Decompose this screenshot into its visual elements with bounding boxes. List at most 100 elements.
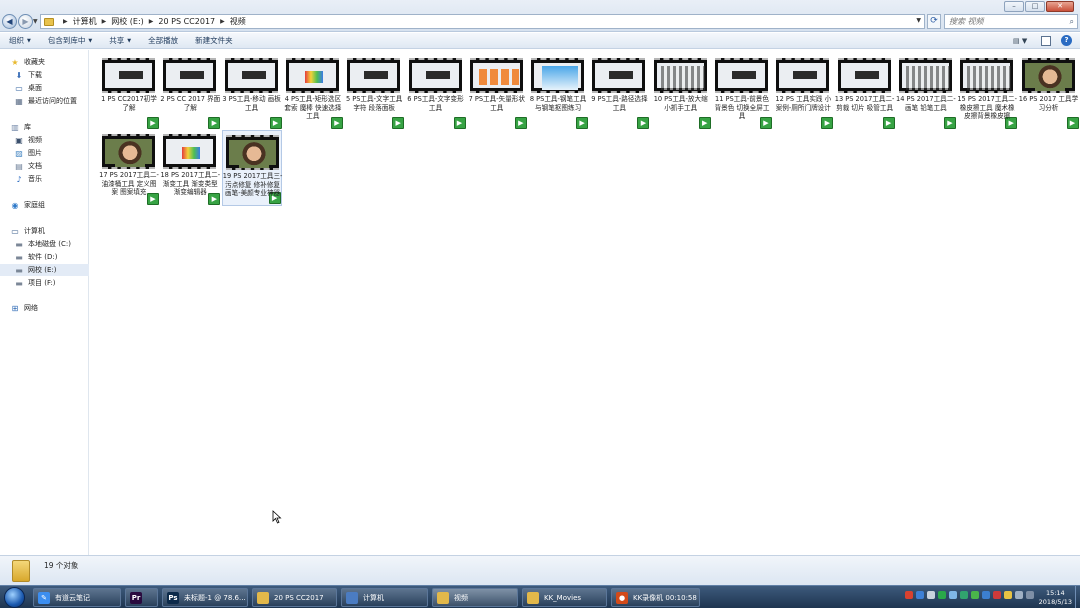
file-item[interactable]: ▶ 2 PS CC 2017 界面了解 [160,54,221,130]
back-button[interactable]: ◀ [2,14,17,29]
tray-icon[interactable] [993,591,1001,599]
taskbar-button[interactable]: Pr [125,588,158,607]
file-item[interactable]: ▶ 12 PS 工具实践 小案例-厕所门牌设计 [773,54,834,130]
breadcrumb-drive-e[interactable]: 网校 (E:) [111,16,144,27]
video-thumbnail [960,58,1014,93]
taskbar-button[interactable]: 视频 [432,588,518,607]
pictures-icon: ▨ [15,148,23,158]
sidebar-item-libraries[interactable]: ▥ 库 [0,121,89,133]
file-item[interactable]: ▶ 18 PS 2017工具二-渐变工具 渐变类型 渐变编辑器 [160,130,221,206]
taskbar-button[interactable]: 计算机 [341,588,428,607]
breadcrumb-separator-icon[interactable]: ▶ [220,18,225,25]
file-item[interactable]: ▶ 14 PS 2017工具二-画笔 铅笔工具 [896,54,956,130]
new-folder-button[interactable]: 新建文件夹 [195,35,233,46]
preview-pane-button[interactable] [1041,35,1051,46]
organize-button[interactable]: 组织 ▼ [9,35,31,46]
search-input[interactable] [949,17,1067,26]
minimize-button[interactable]: – [1004,1,1024,12]
tray-icon[interactable] [960,591,968,599]
file-item[interactable]: ▶ 5 PS工具-文字工具字符 段落面板 [344,54,405,130]
clock[interactable]: 15:14 2018/5/13 [1039,589,1072,607]
sidebar-item-recent[interactable]: ▦ 最近访问的位置 [0,95,89,107]
sidebar-item-drive-f[interactable]: ▬ 项目 (F:) [0,277,89,289]
sidebar-item-pictures[interactable]: ▨ 图片 [0,147,89,159]
tray-icon[interactable] [916,591,924,599]
file-item[interactable]: ▶ 15 PS 2017工具二-橡皮擦工具 魔术橡皮擦背景橡皮擦 [957,54,1018,130]
video-thumbnail [224,58,278,93]
file-item[interactable]: ▶ 9 PS工具-路径选择工具 [589,54,650,130]
file-item[interactable]: ▶ 19 PS 2017工具三-污点修复 修补修复画笔-美颜专业神器 [221,130,282,206]
breadcrumb-video[interactable]: 视频 [230,16,246,27]
taskbar-button-label: 未标题-1 @ 78.6... [184,593,246,602]
sidebar-item-drive-e[interactable]: ▬ 网校 (E:) [0,264,89,276]
sidebar-item-network[interactable]: ⊞ 网络 [0,302,89,314]
taskbar-button-label: KK录像机 00:10:58 [633,593,697,602]
taskbar-button[interactable]: KK_Movies [522,588,607,607]
sidebar-item-favorites[interactable]: ★ 收藏夹 [0,56,89,68]
refresh-button[interactable]: ⟳ [927,14,941,29]
taskbar-button[interactable]: Ps 未标题-1 @ 78.6... [162,588,248,607]
file-item[interactable]: ▶ 8 PS工具-钢笔工具与钢笔抠图练习 [528,54,589,130]
breadcrumb-computer[interactable]: 计算机 [73,16,97,27]
file-item[interactable]: ▶ 7 PS工具-矢量形状工具 [467,54,527,130]
file-item[interactable]: ▶ 1 PS CC2017初学了解 [99,54,159,130]
forward-button[interactable]: ▶ [18,14,33,29]
file-item[interactable]: ▶ 11 PS工具-前景色背景色 切换全屏工具 [712,54,772,130]
tray-icon[interactable] [927,591,935,599]
address-dropdown-icon[interactable]: ▼ [916,17,921,24]
tray-icon[interactable] [905,591,913,599]
maximize-button[interactable]: □ [1025,1,1045,12]
taskbar-button[interactable]: ✎ 有道云笔记 [33,588,121,607]
network-status-icon[interactable] [1026,591,1034,599]
play-all-button[interactable]: 全部播放 [148,35,178,46]
search-icon[interactable]: ⌕ [1070,17,1074,27]
command-bar: 组织 ▼ 包含到库中 ▼ 共享 ▼ 全部播放 新建文件夹 ▤ ▼ ? [0,33,1080,49]
sidebar-item-documents[interactable]: ▤ 文档 [0,160,89,172]
tray-icon[interactable] [1004,591,1012,599]
address-input[interactable]: ▶ 计算机 ▶ 网校 (E:) ▶ 20 PS CC2017 ▶ 视频 ▼ [40,14,925,29]
tray-icon[interactable] [971,591,979,599]
sidebar-item-homegroup[interactable]: ◉ 家庭组 [0,199,89,211]
taskbar-button[interactable]: 20 PS CC2017 [252,588,337,607]
tray-icon[interactable] [938,591,946,599]
file-item[interactable]: ▶ 10 PS工具-放大缩小抓手工具 [651,54,711,130]
file-item[interactable]: ▶ 3 PS工具-移动 画板工具 [222,54,282,130]
file-item[interactable]: ▶ 17 PS 2017工具二-油漆桶工具 定义图案 图案填充 [99,130,159,206]
volume-icon[interactable] [1015,591,1023,599]
taskbar-button[interactable]: ● KK录像机 00:10:58 [611,588,700,607]
show-desktop-button[interactable] [1075,586,1080,608]
homegroup-icon: ◉ [11,200,19,210]
recent-pages-dropdown[interactable]: ▼ [33,18,38,25]
file-name: 6 PS工具-文字变形工具 [407,95,464,112]
mouse-cursor-icon [272,510,282,524]
include-in-library-button[interactable]: 包含到库中 ▼ [48,35,92,46]
change-view-button[interactable]: ▤ ▼ [1013,36,1031,46]
tray-icon[interactable] [949,591,957,599]
breadcrumb-separator-icon[interactable]: ▶ [149,18,154,25]
sidebar-item-drive-c[interactable]: ▬ 本地磁盘 (C:) [0,238,89,250]
file-item[interactable]: ▶ 16 PS 2017 工具学习分析 [1019,54,1079,130]
file-item[interactable]: ▶ 6 PS工具-文字变形工具 [406,54,466,130]
start-button[interactable] [4,587,25,608]
drive-icon: ▬ [15,265,23,275]
sidebar-item-desktop[interactable]: ▭ 桌面 [0,82,89,94]
breadcrumb: ▶ 计算机 ▶ 网校 (E:) ▶ 20 PS CC2017 ▶ 视频 [58,16,246,27]
breadcrumb-ps-folder[interactable]: 20 PS CC2017 [158,17,215,26]
sidebar-item-computer[interactable]: ▭ 计算机 [0,225,89,237]
breadcrumb-separator-icon[interactable]: ▶ [63,18,68,25]
share-button[interactable]: 共享 ▼ [109,35,131,46]
file-item[interactable]: ▶ 4 PS工具-矩形选区 套索 魔棒 快速选择工具 [283,54,343,130]
sidebar-item-videos[interactable]: ▣ 视频 [0,134,89,146]
tray-icon[interactable] [982,591,990,599]
sidebar-item-drive-d[interactable]: ▬ 软件 (D:) [0,251,89,263]
breadcrumb-separator-icon[interactable]: ▶ [102,18,107,25]
sidebar-item-music[interactable]: ♪ 音乐 [0,173,89,185]
file-item[interactable]: ▶ 13 PS 2017工具二-剪裁 切片 吸管工具 [835,54,895,130]
help-button[interactable]: ? [1061,35,1072,46]
search-box[interactable]: ⌕ [944,14,1078,29]
close-button[interactable]: ✕ [1046,1,1074,12]
app-icon: Ps [167,591,179,604]
sidebar-item-label: 图片 [28,149,42,157]
taskbar-button-label: 计算机 [363,593,384,602]
sidebar-item-downloads[interactable]: ⬇ 下载 [0,69,89,81]
